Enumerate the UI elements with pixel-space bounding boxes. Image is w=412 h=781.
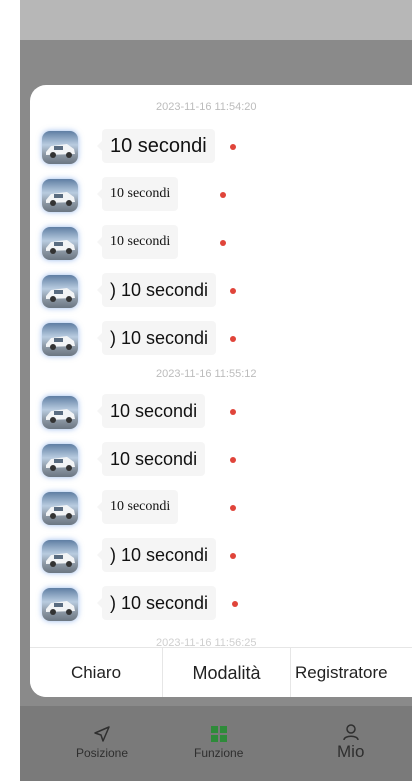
message-row[interactable]: 10 secondi (42, 175, 412, 215)
voice-message-bubble[interactable]: 10 secondi (96, 177, 179, 211)
nav-item-position[interactable]: Posizione (76, 724, 128, 760)
car-avatar (42, 275, 78, 308)
voice-message-bubble[interactable]: 10 secondi (96, 490, 179, 524)
recorder-tab[interactable]: Registratore (291, 648, 412, 697)
voice-message-bubble[interactable]: ) 10 secondi (96, 586, 217, 620)
message-text: ) 10 secondi (110, 327, 209, 348)
car-avatar (42, 323, 78, 356)
car-avatar (42, 396, 78, 429)
unread-dot (230, 505, 236, 511)
clear-tab[interactable]: Chiaro (30, 648, 163, 697)
nav-label: Mio (337, 742, 365, 761)
unread-dot (220, 240, 226, 246)
nav-label: Funzione (194, 746, 244, 760)
message-text: 10 secondi (110, 186, 171, 201)
message-timestamp: 2023-11-16 11:54:20 (156, 101, 257, 113)
voice-message-bubble[interactable]: ) 10 secondi (96, 321, 217, 355)
nav-label: Posizione (76, 746, 129, 760)
nav-item-function[interactable]: Funzione (194, 724, 243, 760)
message-text: ) 10 secondi (110, 544, 209, 565)
app-screen: 2023-11-16 11:54:20 10 secondi 10 second… (20, 0, 412, 781)
dialog-action-tabs: Chiaro Modalità Registratore (30, 647, 412, 697)
navigation-arrow-icon (94, 726, 110, 742)
message-row[interactable]: ) 10 secondi (42, 271, 412, 311)
message-text: ) 10 secondi (110, 592, 209, 613)
car-avatar (42, 179, 78, 212)
unread-dot (230, 457, 236, 463)
car-avatar (42, 492, 78, 525)
message-text: 10 secondi (110, 134, 207, 157)
top-bar (20, 0, 412, 40)
voice-message-dialog: 2023-11-16 11:54:20 10 secondi 10 second… (30, 85, 412, 697)
car-avatar (42, 131, 78, 164)
unread-dot (230, 553, 236, 559)
message-text: 10 secondi (110, 400, 198, 421)
message-row[interactable]: ) 10 secondi (42, 536, 412, 576)
car-avatar (42, 444, 78, 477)
message-row[interactable]: 10 secondi (42, 127, 412, 167)
car-avatar (42, 540, 78, 573)
mode-tab[interactable]: Modalità (163, 648, 291, 697)
person-icon (342, 724, 359, 740)
message-row[interactable]: 10 secondi (42, 440, 412, 480)
voice-message-bubble[interactable]: 10 secondi (97, 129, 215, 163)
car-avatar (42, 227, 78, 260)
message-text: 10 secondi (110, 499, 171, 514)
message-row[interactable]: 10 secondi (42, 223, 412, 263)
unread-dot (230, 409, 236, 415)
voice-message-bubble[interactable]: 10 secondi (96, 225, 179, 259)
message-text: 10 secondi (110, 448, 198, 469)
grid-apps-icon (210, 726, 227, 742)
nav-item-mine[interactable]: Mio (337, 724, 364, 762)
voice-message-bubble[interactable]: 10 secondi (96, 442, 206, 476)
unread-dot (230, 144, 236, 150)
unread-dot (230, 288, 236, 294)
unread-dot (220, 192, 226, 198)
message-text: ) 10 secondi (110, 279, 209, 300)
unread-dot (230, 336, 236, 342)
message-text: 10 secondi (110, 234, 171, 249)
message-row[interactable]: ) 10 secondi (42, 319, 412, 359)
voice-message-bubble[interactable]: ) 10 secondi (96, 273, 217, 307)
message-row[interactable]: 10 secondi (42, 392, 412, 432)
message-timestamp: 2023-11-16 11:55:12 (156, 368, 257, 380)
bottom-navigation: Posizione Funzione Mio (20, 706, 412, 781)
unread-dot (232, 601, 238, 607)
voice-message-bubble[interactable]: ) 10 secondi (96, 538, 217, 572)
message-row[interactable]: 10 secondi (42, 488, 412, 528)
car-avatar (42, 588, 78, 621)
message-row[interactable]: ) 10 secondi (42, 584, 412, 624)
voice-message-bubble[interactable]: 10 secondi (96, 394, 206, 428)
